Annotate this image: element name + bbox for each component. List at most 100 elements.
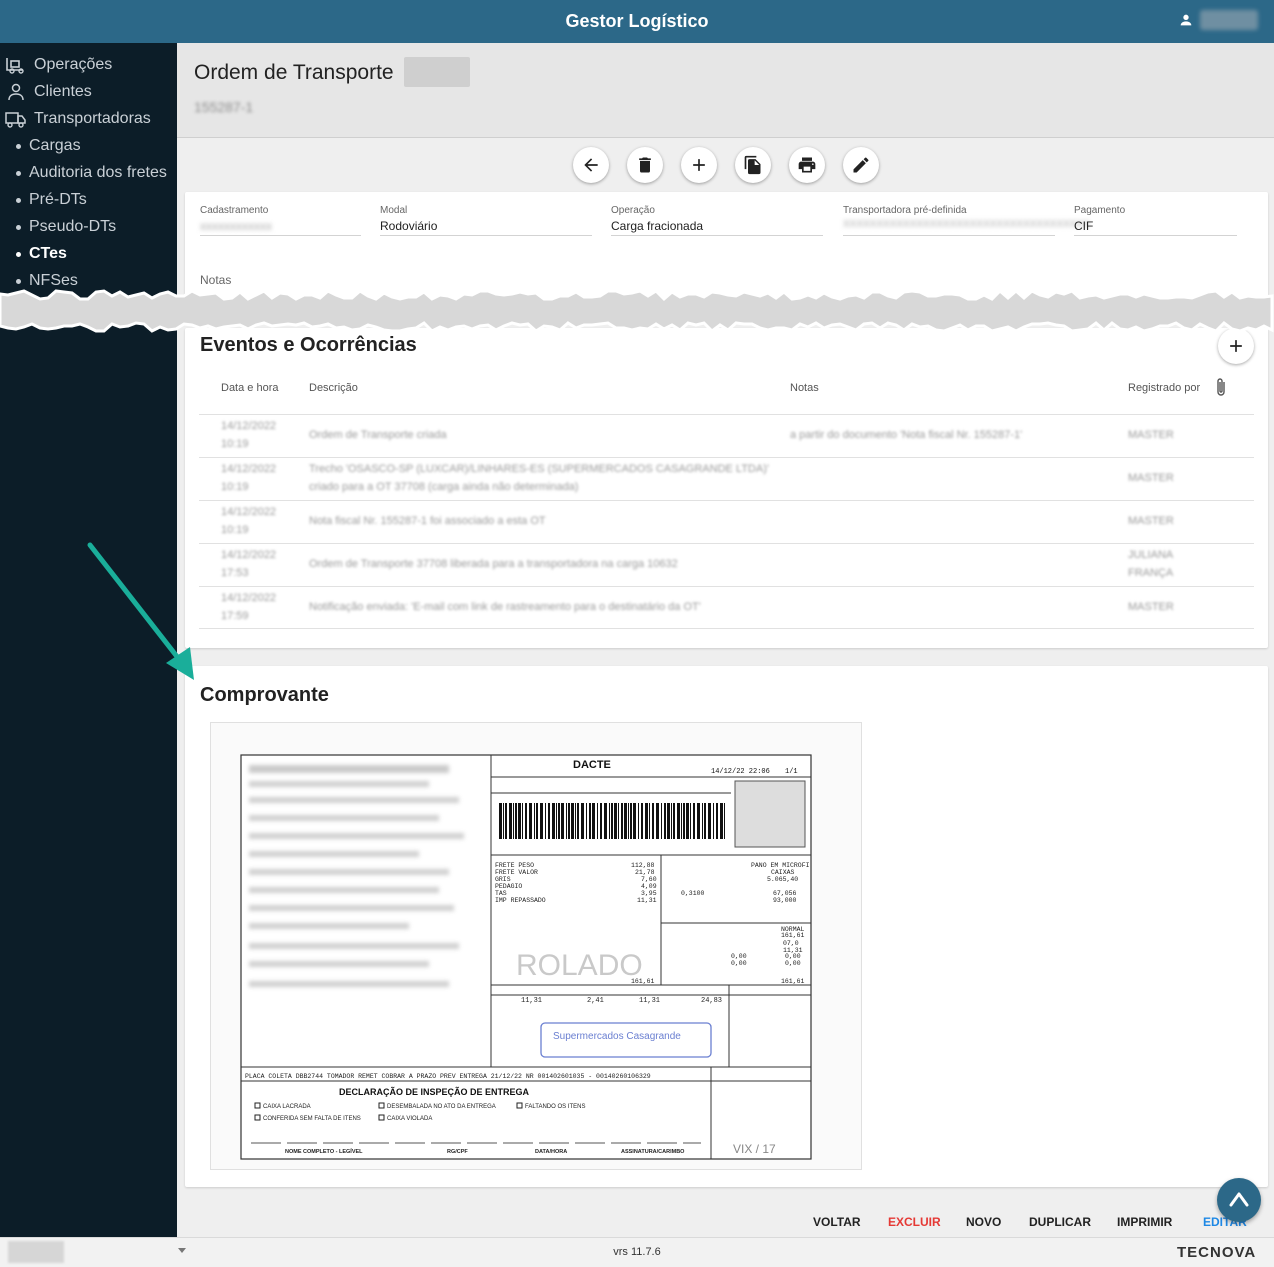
column-header-description[interactable]: Descrição (309, 382, 358, 394)
field-notas[interactable]: Notas (200, 273, 231, 287)
back-action-button[interactable]: VOLTAR (813, 1215, 861, 1229)
brand-logo: TECNOVA (1177, 1244, 1257, 1261)
field-operacao[interactable]: Operação Carga fracionada (611, 205, 823, 236)
field-underline (200, 235, 361, 236)
svg-text:DATA/HORA: DATA/HORA (535, 1149, 567, 1155)
sidebar-item-transportadoras[interactable]: Transportadoras (0, 107, 151, 131)
print-button[interactable] (789, 147, 825, 183)
sidebar-item-auditoria[interactable]: Auditoria dos fretes (0, 161, 167, 185)
events-title: Eventos e Ocorrências (200, 334, 417, 356)
attachment-icon (1217, 378, 1225, 396)
comprovante-card: Comprovante DACTE 14/12/22 22:06 1/1 FRE… (185, 666, 1268, 1187)
back-button[interactable] (573, 147, 609, 183)
trash-icon (639, 157, 651, 173)
svg-text:161,61: 161,61 (781, 978, 805, 985)
svg-text:24,83: 24,83 (701, 997, 722, 1005)
event-description: Notificação enviada: 'E-mail com link de… (309, 601, 701, 613)
page-title-id-redacted (404, 57, 470, 87)
svg-text:FRETE VALOR: FRETE VALOR (495, 869, 538, 876)
sidebar-item-operacoes[interactable]: Operações (0, 53, 112, 77)
comprovante-image[interactable]: DACTE 14/12/22 22:06 1/1 FRETE PESO 112,… (210, 722, 862, 1170)
svg-text:0,00: 0,00 (785, 960, 801, 967)
page-subtitle: 155287-1 (194, 99, 254, 115)
bullet-icon (16, 170, 21, 176)
page-header: Ordem de Transporte 155287-1 (177, 43, 1274, 138)
svg-text:67,056: 67,056 (773, 890, 797, 897)
scroll-top-button[interactable] (1217, 1178, 1261, 1222)
sidebar-item-label: Operações (34, 56, 113, 73)
svg-text:GRIS: GRIS (495, 876, 511, 883)
svg-text:93,000: 93,000 (773, 897, 797, 904)
watermark-text: ROLADO (516, 949, 643, 982)
edit-button[interactable] (843, 147, 879, 183)
field-label: Transportadora pré-definida (843, 205, 967, 216)
svg-text:0,00: 0,00 (731, 953, 747, 960)
app-root: Gestor Logístico Operações Clientes Tran… (0, 0, 1274, 1267)
field-value: XXXXXXXXXXXXXXXXXXXXXXXXXXXXXXXXXXXXX (843, 219, 1090, 230)
bullet-icon (16, 224, 21, 230)
sidebar-item-clientes[interactable]: Clientes (0, 80, 92, 104)
field-label: Modal (380, 205, 408, 216)
app-title: Gestor Logístico (565, 11, 709, 31)
table-row[interactable]: 14/12/2022 17:59 Notificação enviada: 'E-… (199, 586, 1254, 629)
user-name[interactable] (1200, 10, 1258, 30)
svg-text:4,09: 4,09 (641, 883, 657, 890)
print-icon (798, 157, 816, 173)
delete-action-button[interactable]: EXCLUIR (888, 1215, 941, 1229)
truck-icon (5, 109, 27, 129)
delete-button[interactable] (627, 147, 663, 183)
user-icon[interactable] (1178, 12, 1194, 28)
inspection-title: DECLARAÇÃO DE INSPEÇÃO DE ENTREGA (339, 1087, 530, 1097)
bottom-actions: VOLTAR EXCLUIR NOVO DUPLICAR IMPRIMIR ED… (177, 1215, 1274, 1235)
table-row[interactable]: 14/12/2022 10:19 Trecho 'OSASCO-SP (LUXCA… (199, 457, 1254, 500)
svg-text:0,00: 0,00 (731, 960, 747, 967)
svg-text:CAIXAS: CAIXAS (771, 869, 795, 876)
field-underline (1074, 235, 1237, 236)
svg-text:11,31: 11,31 (521, 997, 542, 1005)
field-transportadora[interactable]: Transportadora pré-definida XXXXXXXXXXXX… (843, 205, 1090, 236)
field-value: Rodoviário (380, 219, 438, 233)
column-header-registered-by[interactable]: Registrado por (1128, 382, 1200, 394)
details-card: Cadastramento xxxxxxxxxxxx Modal Rodoviá… (185, 192, 1268, 302)
events-card: Eventos e Ocorrências Data e hora Descri… (185, 328, 1268, 648)
dacte-header: DACTE (573, 759, 611, 771)
plus-icon (1230, 340, 1242, 352)
field-label: Operação (611, 205, 655, 216)
new-button[interactable] (681, 147, 717, 183)
svg-text:5.065,40: 5.065,40 (767, 876, 798, 883)
bullet-icon (16, 197, 21, 203)
print-action-button[interactable]: IMPRIMIR (1117, 1215, 1172, 1229)
duplicate-button[interactable] (735, 147, 771, 183)
event-description: Trecho 'OSASCO-SP (LUXCAR)/LINHARES-ES (… (309, 463, 769, 493)
dacte-document: DACTE 14/12/22 22:06 1/1 FRETE PESO 112,… (240, 754, 812, 1160)
field-value: CIF (1074, 219, 1094, 233)
new-action-button[interactable]: NOVO (966, 1215, 1001, 1229)
svg-text:CONFERIDA SEM FALTA DE ITENS: CONFERIDA SEM FALTA DE ITENS (263, 1116, 361, 1122)
column-header-notes[interactable]: Notas (790, 382, 819, 394)
dacte-fl: 1/1 (785, 768, 798, 776)
sidebar-item-pre-dts[interactable]: Pré-DTs (0, 188, 87, 212)
version-text: vrs 11.7.6 (613, 1246, 661, 1258)
svg-text:2,41: 2,41 (587, 997, 604, 1005)
stamp-text: Supermercados Casagrande (553, 1031, 681, 1042)
field-modal[interactable]: Modal Rodoviário (380, 205, 592, 236)
table-row[interactable]: 14/12/2022 10:19 Ordem de Transporte cria… (199, 414, 1254, 457)
duplicate-action-button[interactable]: DUPLICAR (1029, 1215, 1091, 1229)
bullet-icon (16, 251, 21, 257)
plus-icon (693, 159, 705, 171)
table-row[interactable]: 14/12/2022 17:53 Ordem de Transporte 3770… (199, 543, 1254, 586)
comprovante-title: Comprovante (200, 684, 329, 706)
forklift-icon (5, 55, 27, 75)
field-pagamento[interactable]: Pagamento CIF (1074, 205, 1237, 236)
sidebar-item-label: Pseudo-DTs (29, 218, 117, 235)
field-cadastramento: Cadastramento xxxxxxxxxxxx (200, 205, 361, 236)
svg-text:CAIXA VIOLADA: CAIXA VIOLADA (387, 1116, 432, 1122)
sidebar-item-label: Pré-DTs (29, 191, 87, 208)
sidebar-item-cargas[interactable]: Cargas (0, 134, 81, 158)
column-header-date[interactable]: Data e hora (221, 382, 278, 394)
sidebar-item-ctes[interactable]: CTes (0, 242, 67, 266)
sidebar-item-pseudo-dts[interactable]: Pseudo-DTs (0, 215, 116, 239)
field-underline (380, 235, 592, 236)
table-row[interactable]: 14/12/2022 10:19 Nota fiscal Nr. 155287-1… (199, 500, 1254, 543)
event-description: Ordem de Transporte 37708 liberada para … (309, 558, 678, 570)
